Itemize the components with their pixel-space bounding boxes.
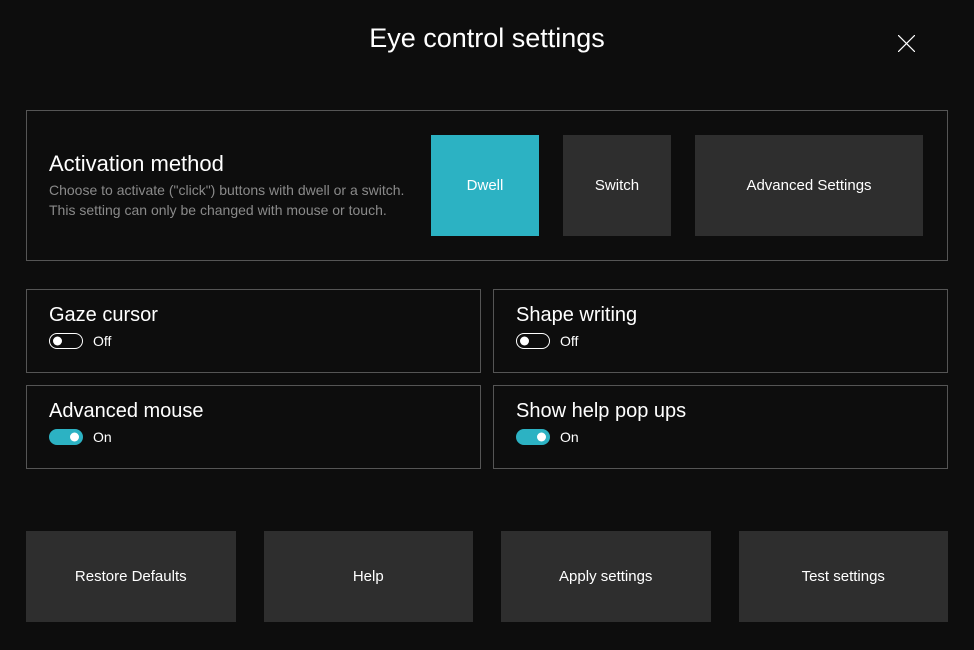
advanced-mouse-toggle[interactable] <box>49 429 83 445</box>
toggle-knob-icon <box>537 433 546 442</box>
page-title: Eye control settings <box>369 23 605 54</box>
help-button[interactable]: Help <box>264 531 474 622</box>
switch-button[interactable]: Switch <box>563 135 671 236</box>
show-help-toggle-row: On <box>516 429 925 445</box>
shape-writing-toggle[interactable] <box>516 333 550 349</box>
shape-writing-toggle-row: Off <box>516 333 925 349</box>
gaze-cursor-title: Gaze cursor <box>49 304 458 327</box>
advanced-settings-button[interactable]: Advanced Settings <box>695 135 923 236</box>
toggle-knob-icon <box>520 337 529 346</box>
shape-writing-card[interactable]: Shape writing Off <box>493 289 948 373</box>
dwell-button[interactable]: Dwell <box>431 135 539 236</box>
toggle-grid: Gaze cursor Off Shape writing Off Advanc… <box>26 289 948 469</box>
activation-buttons: Dwell Switch Advanced Settings <box>431 135 923 236</box>
gaze-cursor-toggle[interactable] <box>49 333 83 349</box>
close-icon <box>898 35 915 52</box>
content: Activation method Choose to activate ("c… <box>0 110 974 469</box>
show-help-card[interactable]: Show help pop ups On <box>493 385 948 469</box>
advanced-mouse-state: On <box>93 429 112 445</box>
footer-buttons: Restore Defaults Help Apply settings Tes… <box>0 531 974 622</box>
gaze-cursor-toggle-row: Off <box>49 333 458 349</box>
show-help-toggle[interactable] <box>516 429 550 445</box>
close-button[interactable] <box>896 33 916 53</box>
advanced-mouse-card[interactable]: Advanced mouse On <box>26 385 481 469</box>
activation-text: Activation method Choose to activate ("c… <box>49 151 419 220</box>
show-help-title: Show help pop ups <box>516 400 925 423</box>
toggle-knob-icon <box>70 433 79 442</box>
header: Eye control settings <box>0 0 974 76</box>
activation-section: Activation method Choose to activate ("c… <box>26 110 948 261</box>
gaze-cursor-state: Off <box>93 333 111 349</box>
shape-writing-state: Off <box>560 333 578 349</box>
restore-defaults-button[interactable]: Restore Defaults <box>26 531 236 622</box>
advanced-mouse-toggle-row: On <box>49 429 458 445</box>
gaze-cursor-card[interactable]: Gaze cursor Off <box>26 289 481 373</box>
shape-writing-title: Shape writing <box>516 304 925 327</box>
activation-title: Activation method <box>49 151 419 177</box>
apply-settings-button[interactable]: Apply settings <box>501 531 711 622</box>
show-help-state: On <box>560 429 579 445</box>
activation-description: Choose to activate ("click") buttons wit… <box>49 181 419 220</box>
advanced-mouse-title: Advanced mouse <box>49 400 458 423</box>
test-settings-button[interactable]: Test settings <box>739 531 949 622</box>
toggle-knob-icon <box>53 337 62 346</box>
